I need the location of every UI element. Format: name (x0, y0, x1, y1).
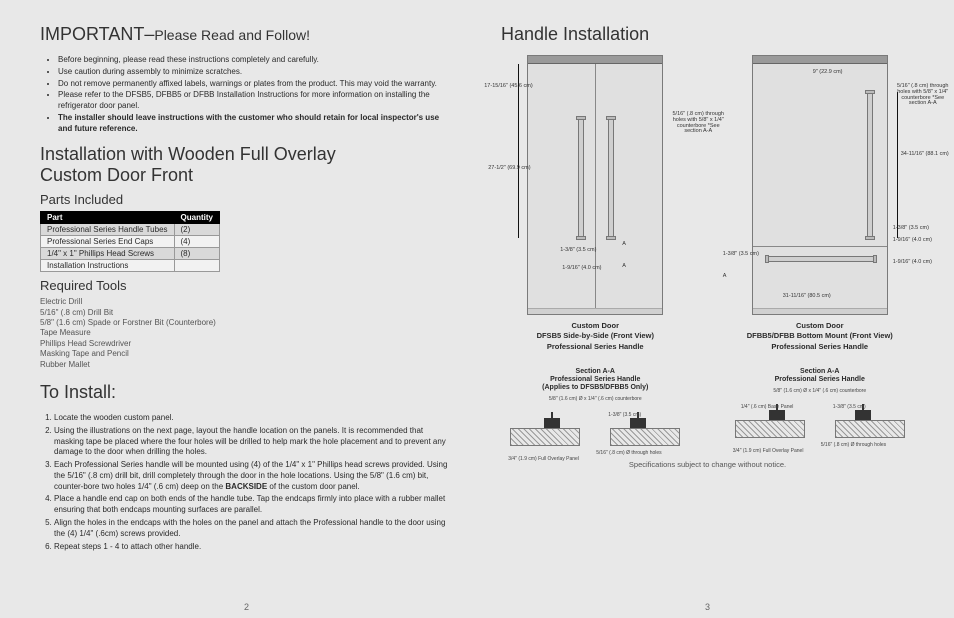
dim-bottom-gap: 1-3/8" (3.5 cm) (560, 248, 596, 254)
cross-section-1: 1-3/8" (3.5 cm) 5/16" (.8 cm) Ø through … (510, 406, 680, 446)
required-tools-heading: Required Tools (40, 278, 453, 293)
dim-side-gap: 1-9/16" (4.0 cm) (562, 266, 601, 272)
dim-lower-side: 1-3/8" (3.5 cm) (723, 252, 759, 258)
install-step: Each Professional Series handle will be … (54, 460, 453, 492)
important-sub: Please Read and Follow! (154, 27, 310, 43)
diagram-dfsb5: 17-15/16" (45.6 cm) 27-1/2" (69.9 cm) 1-… (501, 55, 690, 446)
dim-handle-len: 27-1/2" (69.9 cm) (488, 166, 530, 172)
tools-list: Electric Drill5/16" (.8 cm) Drill Bit5/8… (40, 297, 453, 370)
table-row: 1/4" x 1" Phillips Head Screws(8) (41, 248, 220, 260)
dim-handle-len-2: 34-11/16" (88.1 cm) (901, 152, 949, 158)
dim-sidegap-bot: 1-9/16" (4.0 cm) (893, 238, 932, 244)
diagram-dfbb: 9" (22.9 cm) 34-11/16" (88.1 cm) 1-3/8" … (726, 55, 915, 446)
note-holes-2: 5/16" (.8 cm) through holes with 5/8" x … (895, 84, 951, 107)
important-bullet: Use caution during assembly to minimize … (58, 67, 453, 78)
install-step: Locate the wooden custom panel. (54, 413, 453, 424)
tool-item: Rubber Mallet (40, 360, 453, 370)
table-row: Installation Instructions (41, 260, 220, 272)
important-bullets: Before beginning, please read these inst… (40, 55, 453, 135)
tool-item: Phillips Head Screwdriver (40, 339, 453, 349)
door-bm: 9" (22.9 cm) 34-11/16" (88.1 cm) 1-3/8" … (752, 55, 888, 315)
parts-included-heading: Parts Included (40, 192, 453, 207)
important-strong: IMPORTANT– (40, 24, 154, 44)
page-number-right: 3 (705, 602, 710, 612)
table-row: Professional Series End Caps(4) (41, 236, 220, 248)
diag1-label: Custom Door DFSB5 Side-by-Side (Front Vi… (501, 321, 690, 352)
install-heading-line1: Installation with Wooden Full Overlay (40, 145, 453, 165)
marker-a1: A (622, 242, 626, 248)
handle-installation-heading: Handle Installation (501, 24, 914, 45)
page-number-left: 2 (244, 602, 249, 612)
page-right: Handle Installation 17-15/16 (501, 24, 914, 608)
marker-a3: A (723, 274, 727, 280)
page-spread: IMPORTANT–Please Read and Follow! Before… (40, 24, 914, 608)
door-sbs: 17-15/16" (45.6 cm) 27-1/2" (69.9 cm) 1-… (527, 55, 663, 315)
marker-a2: A (622, 264, 626, 270)
section-a-label-1: Section A-A Professional Series Handle (… (501, 368, 690, 392)
dim-top-offset-2: 9" (22.9 cm) (813, 70, 843, 76)
important-bullet: Please refer to the DFSB5, DFBB5 or DFBB… (58, 90, 453, 112)
dim-sidegap-top: 1-3/8" (3.5 cm) (893, 226, 929, 232)
page-left: IMPORTANT–Please Read and Follow! Before… (40, 24, 453, 608)
cbore-dim-2: 5/8" (1.6 cm) Ø x 1/4" (.6 cm) counterbo… (726, 388, 915, 394)
install-step: Align the holes in the endcaps with the … (54, 518, 453, 540)
parts-header-part: Part (41, 212, 175, 224)
important-bullet: Do not remove permanently affixed labels… (58, 79, 453, 90)
cbore-dim-1: 5/8" (1.6 cm) Ø x 1/4" (.6 cm) counterbo… (501, 396, 690, 402)
cross-section-2: 1/4" (.6 cm) Base Panel 1-3/8" (3.5 cm) … (735, 398, 905, 438)
dim-lower-width: 31-11/16" (80.5 cm) (783, 294, 831, 300)
dim-top-offset: 17-15/16" (45.6 cm) (484, 84, 532, 90)
important-heading: IMPORTANT–Please Read and Follow! (40, 24, 453, 45)
note-holes-1: 5/16" (.8 cm) through holes with 5/8" x … (670, 112, 726, 135)
tool-item: Tape Measure (40, 328, 453, 338)
install-step: Using the illustrations on the next page… (54, 426, 453, 458)
section-a-label-2: Section A-A Professional Series Handle (726, 368, 915, 384)
install-heading-line2: Custom Door Front (40, 166, 453, 186)
to-install-heading: To Install: (40, 382, 453, 403)
important-bullet: Before beginning, please read these inst… (58, 55, 453, 66)
install-step: Repeat steps 1 - 4 to attach other handl… (54, 542, 453, 553)
install-steps: Locate the wooden custom panel. Using the… (40, 413, 453, 553)
parts-header-qty: Quantity (174, 212, 219, 224)
install-step: Place a handle end cap on both ends of t… (54, 494, 453, 516)
important-bullet: The installer should leave instructions … (58, 113, 453, 135)
diag2-label: Custom Door DFBB5/DFBB Bottom Mount (Fro… (726, 321, 915, 352)
door-diagrams: 17-15/16" (45.6 cm) 27-1/2" (69.9 cm) 1-… (501, 55, 914, 446)
tool-item: 5/16" (.8 cm) Drill Bit (40, 308, 453, 318)
tool-item: 5/8" (1.6 cm) Spade or Forstner Bit (Cou… (40, 318, 453, 328)
table-row: Professional Series Handle Tubes(2) (41, 224, 220, 236)
dim-lower-side2: 1-9/16" (4.0 cm) (893, 260, 932, 266)
tool-item: Masking Tape and Pencil (40, 349, 453, 359)
parts-table: Part Quantity Professional Series Handle… (40, 211, 220, 272)
tool-item: Electric Drill (40, 297, 453, 307)
